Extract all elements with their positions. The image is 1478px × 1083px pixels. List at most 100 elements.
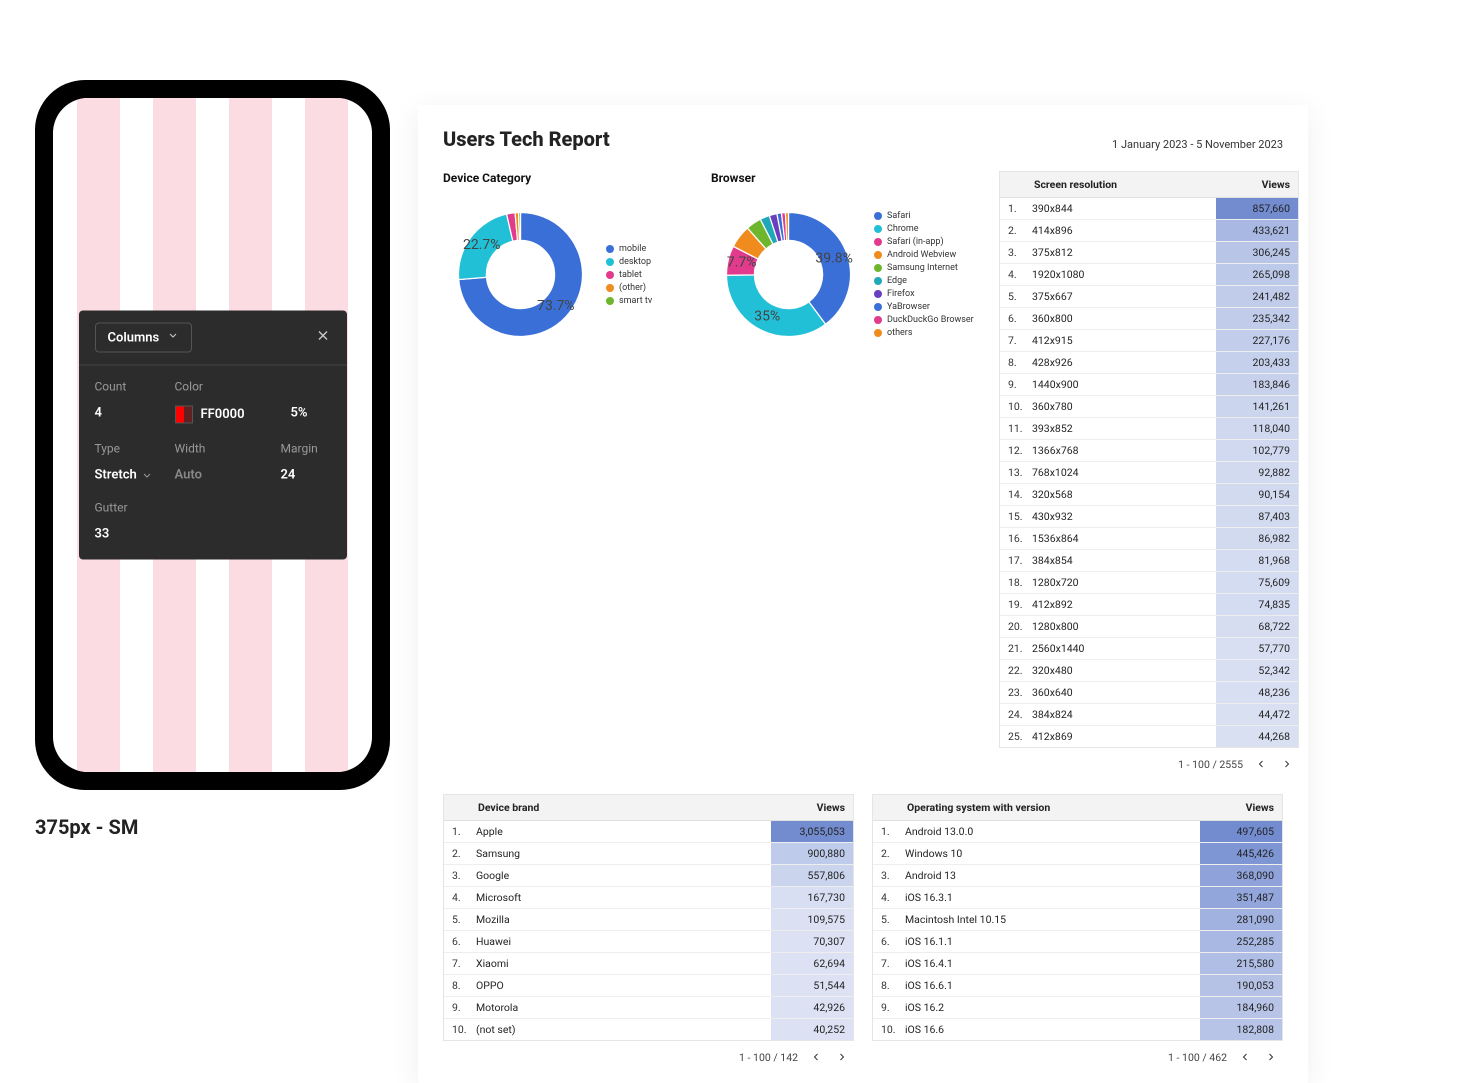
legend-item: mobile: [606, 244, 652, 254]
table-row[interactable]: 9.iOS 16.2184,960: [873, 997, 1282, 1019]
row-name: 412x869: [1026, 726, 1216, 747]
legend-swatch-icon: [606, 271, 614, 279]
phone-caption: 375px - SM: [35, 815, 390, 839]
row-index: 2.: [873, 843, 899, 864]
table-row[interactable]: 2.414x896433,621: [1000, 220, 1298, 242]
table-row[interactable]: 25.412x86944,268: [1000, 726, 1298, 747]
row-name: 1280x800: [1026, 616, 1216, 637]
close-icon[interactable]: [315, 328, 331, 348]
table-row[interactable]: 24.384x82444,472: [1000, 704, 1298, 726]
row-name: 2560x1440: [1026, 638, 1216, 659]
row-name: 1440x900: [1026, 374, 1216, 395]
row-value: 497,605: [1200, 821, 1282, 842]
table-row[interactable]: 18.1280x72075,609: [1000, 572, 1298, 594]
row-name: iOS 16.4.1: [899, 953, 1200, 974]
table-row[interactable]: 6.360x800235,342: [1000, 308, 1298, 330]
table-row[interactable]: 11.393x852118,040: [1000, 418, 1298, 440]
table-row[interactable]: 19.412x89274,835: [1000, 594, 1298, 616]
table-row[interactable]: 10.(not set)40,252: [444, 1019, 853, 1040]
row-value: 74,835: [1216, 594, 1298, 615]
width-input[interactable]: Auto: [175, 468, 271, 483]
table-row[interactable]: 10.360x780141,261: [1000, 396, 1298, 418]
row-value: 86,982: [1216, 528, 1298, 549]
legend-swatch-icon: [874, 251, 882, 259]
row-value: 141,261: [1216, 396, 1298, 417]
table-row[interactable]: 14.320x56890,154: [1000, 484, 1298, 506]
table-row[interactable]: 20.1280x80068,722: [1000, 616, 1298, 638]
pager-prev-button[interactable]: [808, 1049, 824, 1065]
pager-next-button[interactable]: [834, 1049, 850, 1065]
table-row[interactable]: 4.1920x1080265,098: [1000, 264, 1298, 286]
table-row[interactable]: 8.OPPO51,544: [444, 975, 853, 997]
table-row[interactable]: 2.Windows 10445,426: [873, 843, 1282, 865]
table-row[interactable]: 3.Android 13368,090: [873, 865, 1282, 887]
row-value: 241,482: [1216, 286, 1298, 307]
row-value: 227,176: [1216, 330, 1298, 351]
table-row[interactable]: 4.Microsoft167,730: [444, 887, 853, 909]
table-row[interactable]: 9.Motorola42,926: [444, 997, 853, 1019]
legend-item: Firefox: [874, 289, 974, 299]
row-index: 4.: [873, 887, 899, 908]
legend-item: Edge: [874, 276, 974, 286]
table-row[interactable]: 7.iOS 16.4.1215,580: [873, 953, 1282, 975]
table-row[interactable]: 21.2560x144057,770: [1000, 638, 1298, 660]
table-row[interactable]: 4.iOS 16.3.1351,487: [873, 887, 1282, 909]
table-row[interactable]: 13.768x102492,882: [1000, 462, 1298, 484]
row-index: 8.: [444, 975, 470, 996]
table-row[interactable]: 6.Huawei70,307: [444, 931, 853, 953]
count-input[interactable]: 4: [95, 406, 165, 421]
table-row[interactable]: 3.375x812306,245: [1000, 242, 1298, 264]
row-name: 375x812: [1026, 242, 1216, 263]
gutter-input[interactable]: 33: [95, 527, 165, 542]
row-name: 384x824: [1026, 704, 1216, 725]
row-index: 12.: [1000, 440, 1026, 461]
table-row[interactable]: 1.Android 13.0.0497,605: [873, 821, 1282, 843]
legend-item: Samsung Internet: [874, 263, 974, 273]
table-row[interactable]: 17.384x85481,968: [1000, 550, 1298, 572]
device-category-chart: Device Category 73.7%22.7% mobiledesktop…: [443, 171, 693, 352]
table-row[interactable]: 5.375x667241,482: [1000, 286, 1298, 308]
row-name: iOS 16.6: [899, 1019, 1200, 1040]
table-row[interactable]: 1.390x844857,660: [1000, 198, 1298, 220]
legend-swatch-icon: [606, 245, 614, 253]
opacity-input[interactable]: 5%: [291, 406, 331, 421]
legend-label: tablet: [619, 270, 642, 280]
table-row[interactable]: 7.Xiaomi62,694: [444, 953, 853, 975]
table-row[interactable]: 12.1366x768102,779: [1000, 440, 1298, 462]
row-index: 9.: [873, 997, 899, 1018]
row-name: 360x780: [1026, 396, 1216, 417]
table-row[interactable]: 3.Google557,806: [444, 865, 853, 887]
row-index: 23.: [1000, 682, 1026, 703]
row-value: 351,487: [1200, 887, 1282, 908]
pager-next-button[interactable]: [1263, 1049, 1279, 1065]
color-input[interactable]: FF0000: [175, 406, 281, 424]
table-row[interactable]: 7.412x915227,176: [1000, 330, 1298, 352]
type-select[interactable]: Stretch: [95, 468, 165, 483]
pager-prev-button[interactable]: [1253, 756, 1269, 772]
report-title: Users Tech Report: [443, 127, 610, 151]
table-row[interactable]: 8.428x926203,433: [1000, 352, 1298, 374]
table-row[interactable]: 5.Mozilla109,575: [444, 909, 853, 931]
table-row[interactable]: 8.iOS 16.6.1190,053: [873, 975, 1282, 997]
panel-type-selector[interactable]: Columns: [95, 323, 193, 353]
pager-prev-button[interactable]: [1237, 1049, 1253, 1065]
margin-input[interactable]: 24: [281, 468, 331, 483]
table-row[interactable]: 23.360x64048,236: [1000, 682, 1298, 704]
row-index: 17.: [1000, 550, 1026, 571]
table-row[interactable]: 6.iOS 16.1.1252,285: [873, 931, 1282, 953]
row-index: 2.: [1000, 220, 1026, 241]
row-index: 3.: [873, 865, 899, 886]
pager-next-button[interactable]: [1279, 756, 1295, 772]
table-row[interactable]: 22.320x48052,342: [1000, 660, 1298, 682]
table-row[interactable]: 5.Macintosh Intel 10.15281,090: [873, 909, 1282, 931]
table-row[interactable]: 10.iOS 16.6182,808: [873, 1019, 1282, 1040]
table-row[interactable]: 15.430x93287,403: [1000, 506, 1298, 528]
table-row[interactable]: 9.1440x900183,846: [1000, 374, 1298, 396]
donut-slice: [519, 213, 521, 241]
row-name: iOS 16.3.1: [899, 887, 1200, 908]
table-row[interactable]: 16.1536x86486,982: [1000, 528, 1298, 550]
row-name: 414x896: [1026, 220, 1216, 241]
table-row[interactable]: 2.Samsung900,880: [444, 843, 853, 865]
gutter-label: Gutter: [95, 501, 165, 515]
table-row[interactable]: 1.Apple3,055,053: [444, 821, 853, 843]
